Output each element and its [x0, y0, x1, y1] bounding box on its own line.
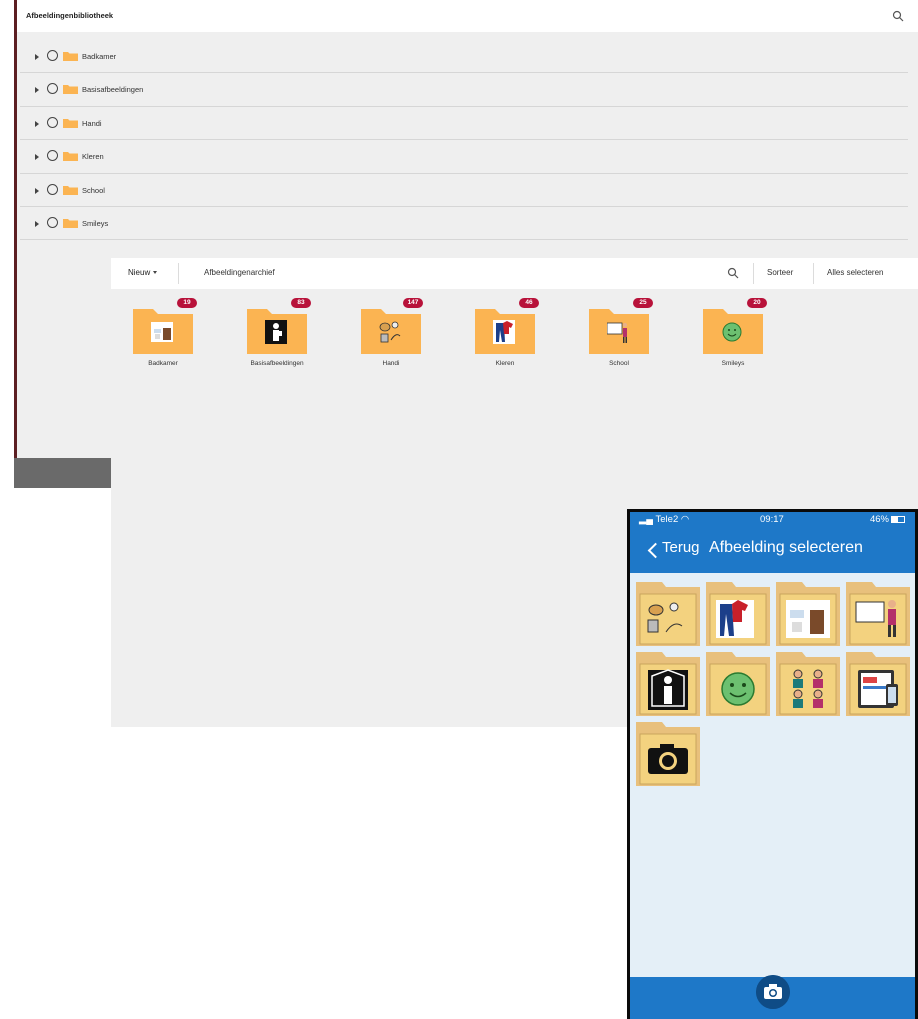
- person-icon: [265, 320, 287, 344]
- count-badge: 20: [747, 298, 767, 308]
- tree-item-label: Kleren: [82, 152, 104, 162]
- folder-tile-handi[interactable]: 147 Handi: [339, 298, 429, 373]
- folder-tile-devices[interactable]: [844, 650, 912, 718]
- handi-icon: [379, 321, 401, 343]
- caret-right-icon[interactable]: [35, 154, 39, 161]
- folder-tile-badkamer[interactable]: 19 Badkamer: [111, 298, 201, 373]
- carrier-text: Tele2: [655, 514, 679, 525]
- tree-item-label: Badkamer: [82, 52, 117, 61]
- tree-item-label: Basisafbeeldingen: [82, 85, 144, 95]
- folder-tile-basisafbeeldingen[interactable]: 83 Basisafbeeldingen: [225, 298, 315, 373]
- tree-item-label: Handi: [82, 118, 102, 128]
- status-bar: ▂▄ Tele2 ◠ 09:17 46%: [630, 512, 915, 527]
- folder-tile-kleren[interactable]: [704, 580, 772, 648]
- caret-right-icon[interactable]: [35, 54, 39, 60]
- tree-item-handi[interactable]: Handi: [20, 107, 908, 141]
- phone-screenshot: ▂▄ Tele2 ◠ 09:17 46% Terug Afbeelding se…: [627, 509, 918, 1019]
- folder-tile-badkamer[interactable]: [774, 580, 842, 648]
- wifi-icon: ◠: [680, 514, 690, 525]
- search-icon[interactable]: [727, 267, 739, 279]
- archive-toolbar: Nieuw Afbeeldingenarchief Sorteer Alles …: [111, 258, 918, 289]
- select-radio[interactable]: [47, 83, 58, 95]
- caret-right-icon[interactable]: [35, 187, 39, 194]
- toolbar-divider: [813, 263, 814, 284]
- folder-tile-label: Handi: [382, 360, 400, 367]
- battery-icon: [891, 515, 905, 523]
- folder-icon: [63, 52, 78, 61]
- select-radio[interactable]: [47, 216, 58, 228]
- battery-indicator: 46%: [870, 514, 905, 525]
- library-title: Afbeeldingenbibliotheek: [26, 11, 114, 20]
- folder-tree: Badkamer Basisafbeeldingen Handi Kleren: [14, 40, 908, 241]
- folder-tile-school[interactable]: [844, 580, 912, 648]
- battery-text: 46%: [869, 514, 889, 525]
- bathroom-icon: [151, 322, 173, 342]
- tree-item-label: School: [82, 185, 105, 195]
- folder-icon: [63, 118, 78, 128]
- folder-tile-smileys[interactable]: [704, 650, 772, 718]
- count-badge: 46: [519, 298, 539, 308]
- carrier-label: ▂▄ Tele2 ◠: [639, 514, 690, 525]
- tree-item-label: Smileys: [82, 218, 109, 228]
- clock: 09:17: [760, 514, 784, 525]
- search-icon[interactable]: [892, 10, 904, 22]
- folder-tile-label: School: [609, 360, 629, 367]
- chevron-down-icon: [153, 271, 158, 275]
- library-header: Afbeeldingenbibliotheek: [14, 0, 918, 32]
- caret-right-icon[interactable]: [35, 120, 39, 127]
- tree-item-kleren[interactable]: Kleren: [20, 140, 908, 174]
- toolbar-divider: [753, 263, 754, 284]
- camera-icon[interactable]: [756, 975, 790, 1009]
- folder-icon: [63, 85, 78, 95]
- folder-tile-camera[interactable]: [634, 720, 702, 788]
- screenshot-collage: Afbeeldingenbibliotheek Badkamer Basisaf…: [0, 0, 918, 1019]
- smiley-icon: [722, 322, 742, 342]
- toolbar-divider: [178, 263, 179, 284]
- folder-tile-kleren[interactable]: 46 Kleren: [453, 298, 543, 373]
- bottom-bar: [630, 975, 915, 1019]
- folder-icon: [63, 185, 78, 195]
- count-badge: 147: [403, 298, 423, 308]
- sort-button[interactable]: Sorteer: [767, 268, 793, 277]
- select-radio[interactable]: [47, 50, 58, 61]
- archive-name: Afbeeldingenarchief: [204, 268, 275, 277]
- phone-screen: ▂▄ Tele2 ◠ 09:17 46% Terug Afbeelding se…: [630, 512, 915, 1019]
- folder-tile-label: Badkamer: [148, 360, 178, 367]
- folder-tile-label: Kleren: [495, 360, 515, 367]
- folder-tile-label: Basisafbeeldingen: [250, 360, 304, 367]
- count-badge: 25: [633, 298, 653, 308]
- select-radio[interactable]: [47, 183, 58, 195]
- folder-tile-handi[interactable]: [634, 580, 702, 648]
- back-button[interactable]: Terug: [662, 539, 700, 556]
- count-badge: 83: [291, 298, 311, 308]
- new-button[interactable]: Nieuw: [128, 268, 158, 277]
- background-strip: [14, 458, 114, 488]
- caret-right-icon[interactable]: [35, 220, 39, 227]
- count-badge: 19: [177, 298, 197, 308]
- folder-tile-label: Smileys: [721, 360, 745, 367]
- folder-icon: [63, 152, 78, 162]
- school-icon: [607, 322, 627, 343]
- select-all-button[interactable]: Alles selecteren: [827, 268, 883, 277]
- select-radio[interactable]: [47, 116, 58, 128]
- tree-item-school[interactable]: School: [20, 174, 908, 207]
- tree-item-badkamer[interactable]: Badkamer: [20, 40, 908, 74]
- tree-item-basisafbeeldingen[interactable]: Basisafbeeldingen: [20, 73, 908, 107]
- page-title: Afbeelding selecteren: [709, 539, 863, 556]
- chevron-left-icon[interactable]: [647, 542, 664, 559]
- window-edge: [14, 0, 17, 488]
- tree-item-smileys[interactable]: Smileys: [20, 207, 908, 241]
- clothes-icon: [493, 320, 515, 344]
- nav-bar: Terug Afbeelding selecteren: [630, 527, 915, 573]
- folder-icon: [63, 218, 78, 228]
- select-radio[interactable]: [47, 150, 58, 162]
- folder-tile-smileys[interactable]: 20 Smileys: [681, 298, 771, 373]
- caret-right-icon[interactable]: [35, 87, 39, 94]
- new-button-label: Nieuw: [128, 268, 151, 277]
- folder-tile-school[interactable]: 25 School: [567, 298, 657, 373]
- folder-tile-people[interactable]: [774, 650, 842, 718]
- folder-tile-basisafbeeldingen[interactable]: [634, 650, 702, 718]
